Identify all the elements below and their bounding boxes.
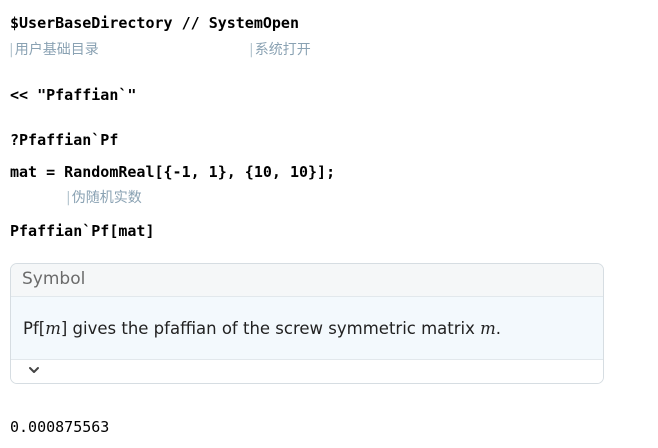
code-token: Pfaffian`Pf[mat]: [10, 222, 155, 240]
input-cell-pf[interactable]: Pfaffian`Pf[mat]: [10, 222, 155, 240]
input-cell-query[interactable]: ?Pfaffian`Pf: [10, 131, 118, 149]
annotation-userbase: |用户基础目录: [9, 42, 99, 58]
input-cell-get[interactable]: << "Pfaffian`": [10, 86, 136, 104]
code-operator: //: [172, 14, 209, 32]
symbol-usage: Pf[m] gives the pfaffian of the screw sy…: [11, 297, 603, 360]
code-token: << "Pfaffian`": [10, 86, 137, 104]
symbol-card-footer: [11, 360, 603, 383]
symbol-info-card: Symbol Pf[m] gives the pfaffian of the s…: [10, 263, 604, 384]
code-token: mat = RandomReal[{-1, 1}, {10, 10}];: [10, 163, 336, 181]
code-token: ?Pfaffian`Pf: [10, 131, 119, 149]
input-cell-userbase[interactable]: $UserBaseDirectory // SystemOpen: [10, 14, 299, 32]
annotation-systemopen: |系统打开: [249, 42, 311, 58]
usage-arg: m: [45, 319, 61, 338]
output-cell: 0.000875563: [10, 418, 110, 436]
input-cell-mat[interactable]: mat = RandomReal[{-1, 1}, {10, 10}];: [10, 163, 335, 181]
symbol-card-header: Symbol: [11, 264, 603, 297]
code-token: SystemOpen: [208, 14, 299, 32]
annotation-text: 系统打开: [254, 42, 311, 58]
annotation-randomreal: |伪随机实数: [66, 190, 142, 206]
usage-text: gives the pfaffian of the screw symmetri…: [67, 319, 481, 338]
annotation-text: 伪随机实数: [71, 190, 142, 206]
usage-arg: m: [480, 319, 496, 338]
code-token: $UserBaseDirectory: [10, 14, 173, 32]
usage-func: Pf[: [23, 319, 46, 338]
annotation-text: 用户基础目录: [14, 42, 99, 58]
usage-end: .: [495, 319, 502, 338]
chevron-down-icon[interactable]: [27, 362, 41, 376]
